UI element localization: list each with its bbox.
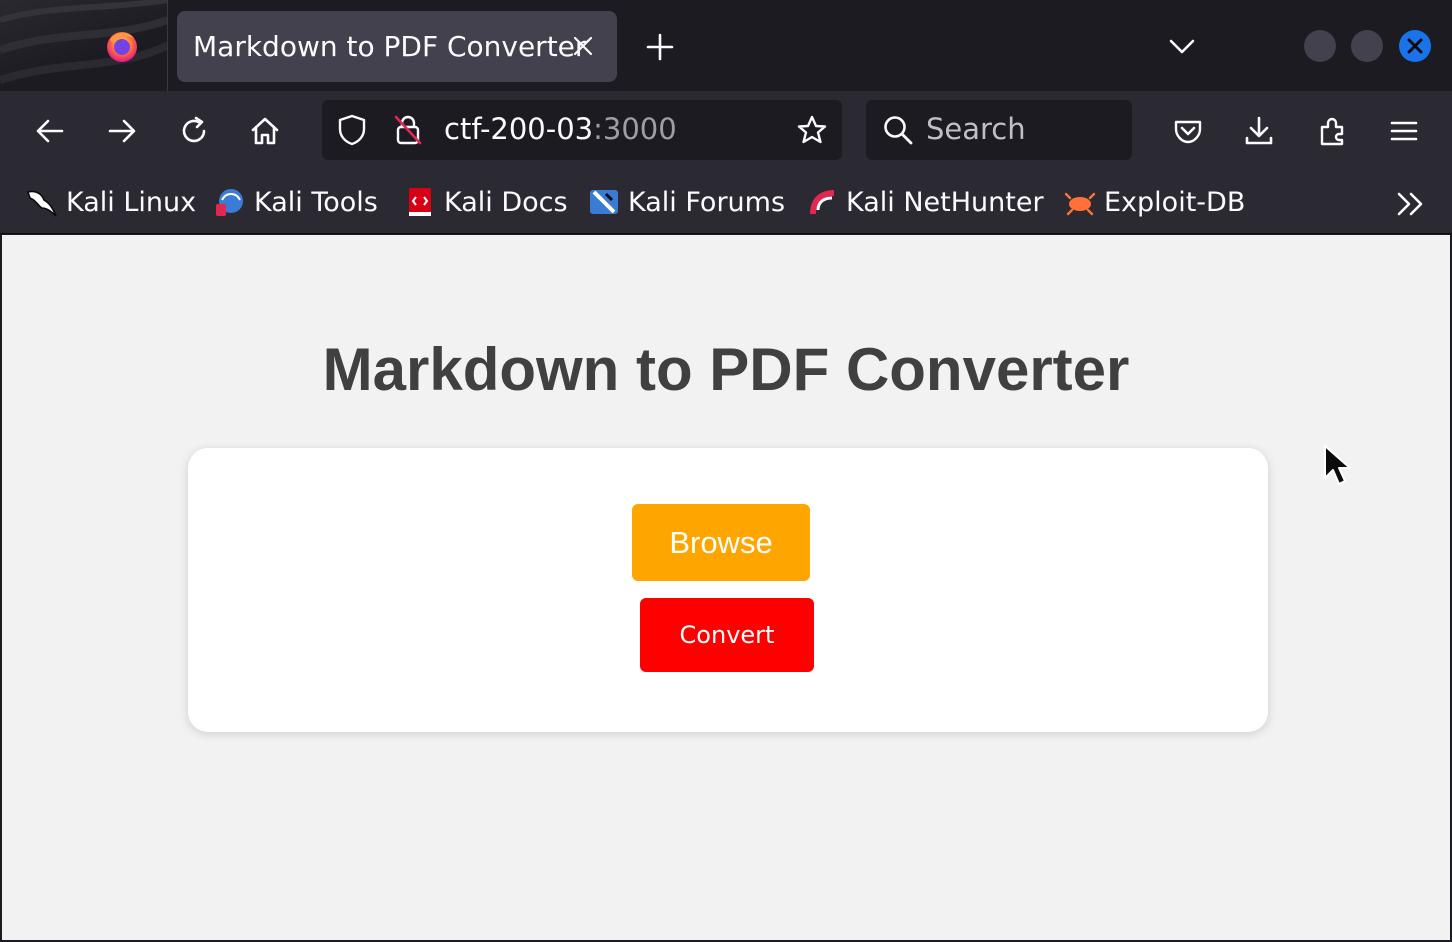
bookmark-label: Kali Tools <box>254 186 378 218</box>
close-tab-icon[interactable] <box>567 30 599 62</box>
mouse-cursor-icon <box>1323 444 1353 488</box>
firefox-logo-icon <box>104 28 140 64</box>
new-tab-icon[interactable] <box>642 29 678 65</box>
bookmarks-toolbar: Kali Linux Kali Tools Kali Docs Kali For… <box>0 170 1452 234</box>
kali-dragon-icon <box>26 186 58 218</box>
bookmark-kali-linux[interactable]: Kali Linux <box>26 184 196 220</box>
page-content: Markdown to PDF Converter Browse Convert <box>2 235 1450 940</box>
browse-button[interactable]: Browse <box>632 504 810 581</box>
tabstrip-decoration <box>0 0 168 91</box>
bookmark-label: Kali Forums <box>628 186 786 218</box>
pocket-icon[interactable] <box>1168 111 1208 151</box>
download-icon[interactable] <box>1239 111 1279 151</box>
close-window-button[interactable] <box>1399 30 1431 62</box>
tab-markdown-converter[interactable]: Markdown to PDF Converter <box>177 11 617 82</box>
bookmark-label: Kali NetHunter <box>846 186 1044 218</box>
bookmark-exploit-db[interactable]: Exploit-DB <box>1064 184 1245 220</box>
bookmark-kali-forums[interactable]: Kali Forums <box>588 184 785 220</box>
upload-card: Browse Convert <box>188 448 1268 732</box>
home-icon[interactable] <box>245 111 285 151</box>
back-arrow-icon[interactable] <box>30 111 70 151</box>
tab-strip: Markdown to PDF Converter <box>0 0 1452 91</box>
navigation-toolbar: ctf-200-03:3000 Search <box>0 91 1452 170</box>
bookmark-kali-nethunter[interactable]: Kali NetHunter <box>806 184 1044 220</box>
shield-icon[interactable] <box>332 110 372 150</box>
minimize-window-button[interactable] <box>1304 30 1336 62</box>
page-title: Markdown to PDF Converter <box>322 336 1130 403</box>
url-host: ctf-200-03 <box>444 112 594 146</box>
close-icon <box>1407 38 1423 54</box>
convert-button[interactable]: Convert <box>640 598 814 672</box>
search-placeholder: Search <box>926 112 1026 146</box>
chevron-down-icon[interactable] <box>1164 28 1200 64</box>
url-port: :3000 <box>593 112 677 146</box>
bookmark-star-icon[interactable] <box>792 110 832 150</box>
address-bar[interactable]: ctf-200-03:3000 <box>322 100 842 160</box>
kali-tools-icon <box>214 186 246 218</box>
kali-docs-icon <box>404 186 436 218</box>
kali-forums-icon <box>588 186 620 218</box>
bookmark-label: Kali Linux <box>66 186 197 218</box>
hamburger-menu-icon[interactable] <box>1384 111 1424 151</box>
reload-icon[interactable] <box>174 111 214 151</box>
exploit-db-icon <box>1064 186 1096 218</box>
search-input[interactable]: Search <box>866 100 1132 160</box>
kali-nethunter-icon <box>806 186 838 218</box>
url-text[interactable]: ctf-200-03:3000 <box>444 112 677 146</box>
insecure-lock-icon[interactable] <box>388 110 428 150</box>
search-icon <box>878 110 918 150</box>
forward-arrow-icon[interactable] <box>102 111 142 151</box>
bookmark-kali-docs[interactable]: Kali Docs <box>404 184 568 220</box>
bookmark-label: Kali Docs <box>444 186 568 218</box>
bookmark-label: Exploit-DB <box>1104 186 1246 218</box>
extensions-puzzle-icon[interactable] <box>1313 111 1353 151</box>
bookmark-kali-tools[interactable]: Kali Tools <box>214 184 378 220</box>
double-chevron-right-icon[interactable] <box>1392 186 1428 222</box>
maximize-window-button[interactable] <box>1351 30 1383 62</box>
tab-title: Markdown to PDF Converter <box>193 30 587 63</box>
